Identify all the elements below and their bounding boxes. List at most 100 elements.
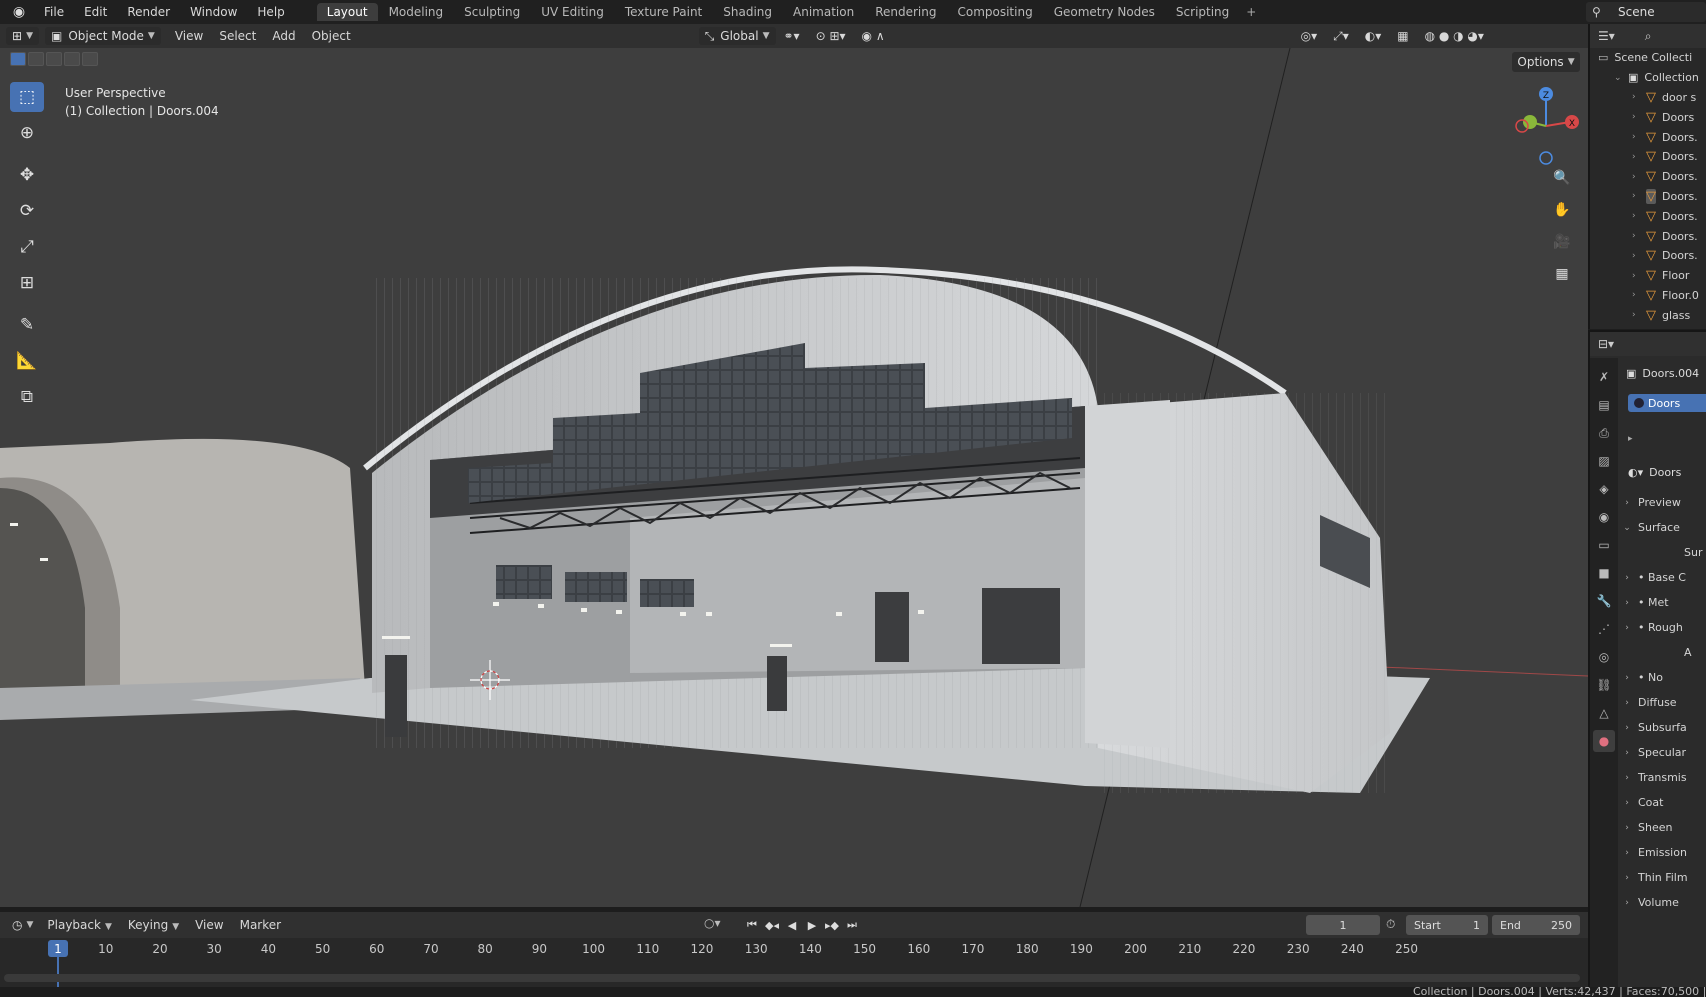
expand-arrow-icon[interactable]: › (1620, 573, 1634, 583)
particles-tab-icon[interactable]: ⋰ (1593, 618, 1615, 640)
material-tab-icon[interactable]: ● (1593, 730, 1615, 752)
chevron-right-icon[interactable]: › (1632, 112, 1642, 122)
expand-arrow-icon[interactable]: › (1620, 898, 1634, 908)
zoom-icon[interactable]: 🔍 (1550, 166, 1574, 190)
transform-tool-icon[interactable]: ⊞ (10, 268, 44, 298)
chevron-right-icon[interactable]: › (1632, 191, 1642, 201)
expand-arrow-icon[interactable]: › (1620, 673, 1634, 683)
menu-playback[interactable]: Playback ▼ (39, 918, 119, 932)
outliner-item[interactable]: › ▽ Doors. (1590, 187, 1706, 207)
auto-keying-icon[interactable]: ○▾ (704, 916, 721, 930)
tab-scripting[interactable]: Scripting (1166, 3, 1239, 21)
tab-sculpting[interactable]: Sculpting (454, 3, 530, 21)
scale-tool-icon[interactable]: ⤢ (10, 232, 44, 262)
pivot-icon[interactable]: ⚭▾ (776, 29, 808, 43)
outliner-item[interactable]: › ▽ door s (1590, 88, 1706, 108)
material-selector[interactable]: ◐▾ Doors (1628, 462, 1706, 482)
property-row[interactable]: › Volume (1620, 890, 1706, 915)
expand-arrow-icon[interactable]: › (1620, 698, 1634, 708)
collection-tab-icon[interactable]: ▭ (1593, 534, 1615, 556)
annotate-tool-icon[interactable]: ✎ (10, 310, 44, 340)
menu-file[interactable]: File (34, 0, 74, 24)
menu-view[interactable]: View (167, 29, 211, 43)
property-row[interactable]: › • Rough (1620, 615, 1706, 640)
3d-viewport[interactable]: User Perspective (1) Collection | Doors.… (0, 48, 1588, 907)
playhead[interactable]: 1 (48, 940, 68, 957)
menu-window[interactable]: Window (180, 0, 247, 24)
end-frame-field[interactable]: End 250 (1492, 915, 1580, 935)
xray-icon[interactable]: ▦ (1389, 29, 1416, 43)
tab-animation[interactable]: Animation (783, 3, 864, 21)
overlay-toggle-icon[interactable]: ◐▾ (1357, 29, 1390, 43)
display-mode-icon[interactable]: ☰▾ (1598, 29, 1615, 43)
render-tab-icon[interactable]: ▤ (1593, 394, 1615, 416)
expand-arrow-icon[interactable]: ⌄ (1620, 523, 1634, 533)
chevron-right-icon[interactable]: › (1632, 132, 1642, 142)
shading-modes-icon[interactable]: ◍ ● ◑ ◕▾ (1417, 29, 1492, 43)
outliner-item[interactable]: › ▽ Doors. (1590, 246, 1706, 266)
timeline-body[interactable]: 10 20 30 40 50 60 70 80 90 100 110 120 130 140 150 160 1… (0, 938, 1588, 987)
select-invert-icon[interactable] (82, 52, 98, 66)
navigation-gizmo[interactable]: Z X (1500, 78, 1588, 168)
timeline-editor-type[interactable]: ◷ ▼ (6, 916, 39, 934)
tab-compositing[interactable]: Compositing (947, 3, 1042, 21)
play-icon[interactable]: ▶ (804, 916, 820, 934)
property-row[interactable]: › Subsurfa (1620, 715, 1706, 740)
slot-expand-icon[interactable]: ▸ (1628, 434, 1706, 444)
property-row[interactable]: › Transmis (1620, 765, 1706, 790)
jump-start-icon[interactable]: ⏮ (744, 916, 760, 934)
property-row[interactable]: Sur (1620, 540, 1706, 565)
next-keyframe-icon[interactable]: ▸◆ (824, 916, 840, 934)
chevron-right-icon[interactable]: › (1632, 251, 1642, 261)
physics-tab-icon[interactable]: ◎ (1593, 646, 1615, 668)
timeline-scrollbar[interactable] (4, 974, 1580, 982)
expand-arrow-icon[interactable]: › (1620, 773, 1634, 783)
property-row[interactable]: › Coat (1620, 790, 1706, 815)
add-workspace-icon[interactable]: + (1240, 5, 1262, 19)
outliner-collection[interactable]: ⌄ ▣ Collection (1590, 68, 1706, 88)
pan-hand-icon[interactable]: ✋ (1550, 198, 1574, 222)
play-reverse-icon[interactable]: ◀ (784, 916, 800, 934)
proportional-edit-icon[interactable]: ◉ ∧ (854, 29, 893, 43)
expand-arrow-icon[interactable]: › (1620, 723, 1634, 733)
editor-type-button[interactable]: ⊞ ▼ (6, 27, 39, 45)
outliner-item[interactable]: › ▽ glass (1590, 305, 1706, 325)
chevron-right-icon[interactable]: › (1632, 92, 1642, 102)
move-tool-icon[interactable]: ✥ (10, 160, 44, 190)
scene-selector[interactable]: ⚲ Scene (1586, 2, 1706, 22)
outliner-item[interactable]: › ▽ Floor.0 (1590, 286, 1706, 306)
prev-keyframe-icon[interactable]: ◆◂ (764, 916, 780, 934)
property-row[interactable]: A (1620, 640, 1706, 665)
chevron-right-icon[interactable]: › (1632, 231, 1642, 241)
expand-arrow-icon[interactable]: › (1620, 848, 1634, 858)
expand-arrow-icon[interactable]: › (1620, 798, 1634, 808)
tool-tab-icon[interactable]: ✗ (1593, 366, 1615, 388)
outliner-item[interactable]: › ▽ Doors. (1590, 226, 1706, 246)
expand-arrow-icon[interactable]: › (1620, 823, 1634, 833)
preview-range-icon[interactable]: ⏱ (1386, 917, 1395, 932)
expand-arrow-icon[interactable]: › (1620, 598, 1634, 608)
tab-modeling[interactable]: Modeling (379, 3, 454, 21)
snap-icon[interactable]: ⊙ ⊞▾ (808, 29, 854, 43)
jump-end-icon[interactable]: ⏭ (844, 916, 860, 934)
material-slot[interactable]: Doors (1628, 394, 1706, 412)
outliner-item[interactable]: › ▽ Floor (1590, 266, 1706, 286)
current-frame-field[interactable]: 1 (1306, 915, 1380, 935)
menu-timeline-view[interactable]: View (187, 918, 231, 932)
tab-rendering[interactable]: Rendering (865, 3, 946, 21)
select-new-icon[interactable] (10, 52, 26, 66)
view-layer-tab-icon[interactable]: ▨ (1593, 450, 1615, 472)
chevron-right-icon[interactable]: › (1632, 211, 1642, 221)
search-icon[interactable]: ⌕ (1645, 29, 1652, 44)
outliner-item[interactable]: › ▽ Doors (1590, 107, 1706, 127)
outliner-item[interactable]: › ▽ Doors. (1590, 127, 1706, 147)
outliner-scene-collection[interactable]: ▭ Scene Collecti (1590, 48, 1706, 68)
tab-uv-editing[interactable]: UV Editing (531, 3, 614, 21)
expand-arrow-icon[interactable]: › (1620, 623, 1634, 633)
property-row[interactable]: › • No (1620, 665, 1706, 690)
tab-layout[interactable]: Layout (316, 3, 378, 21)
expand-arrow-icon[interactable]: › (1620, 498, 1634, 508)
select-subtract-icon[interactable] (46, 52, 62, 66)
output-tab-icon[interactable]: ⎙ (1593, 422, 1615, 444)
property-row[interactable]: › Preview (1620, 490, 1706, 515)
